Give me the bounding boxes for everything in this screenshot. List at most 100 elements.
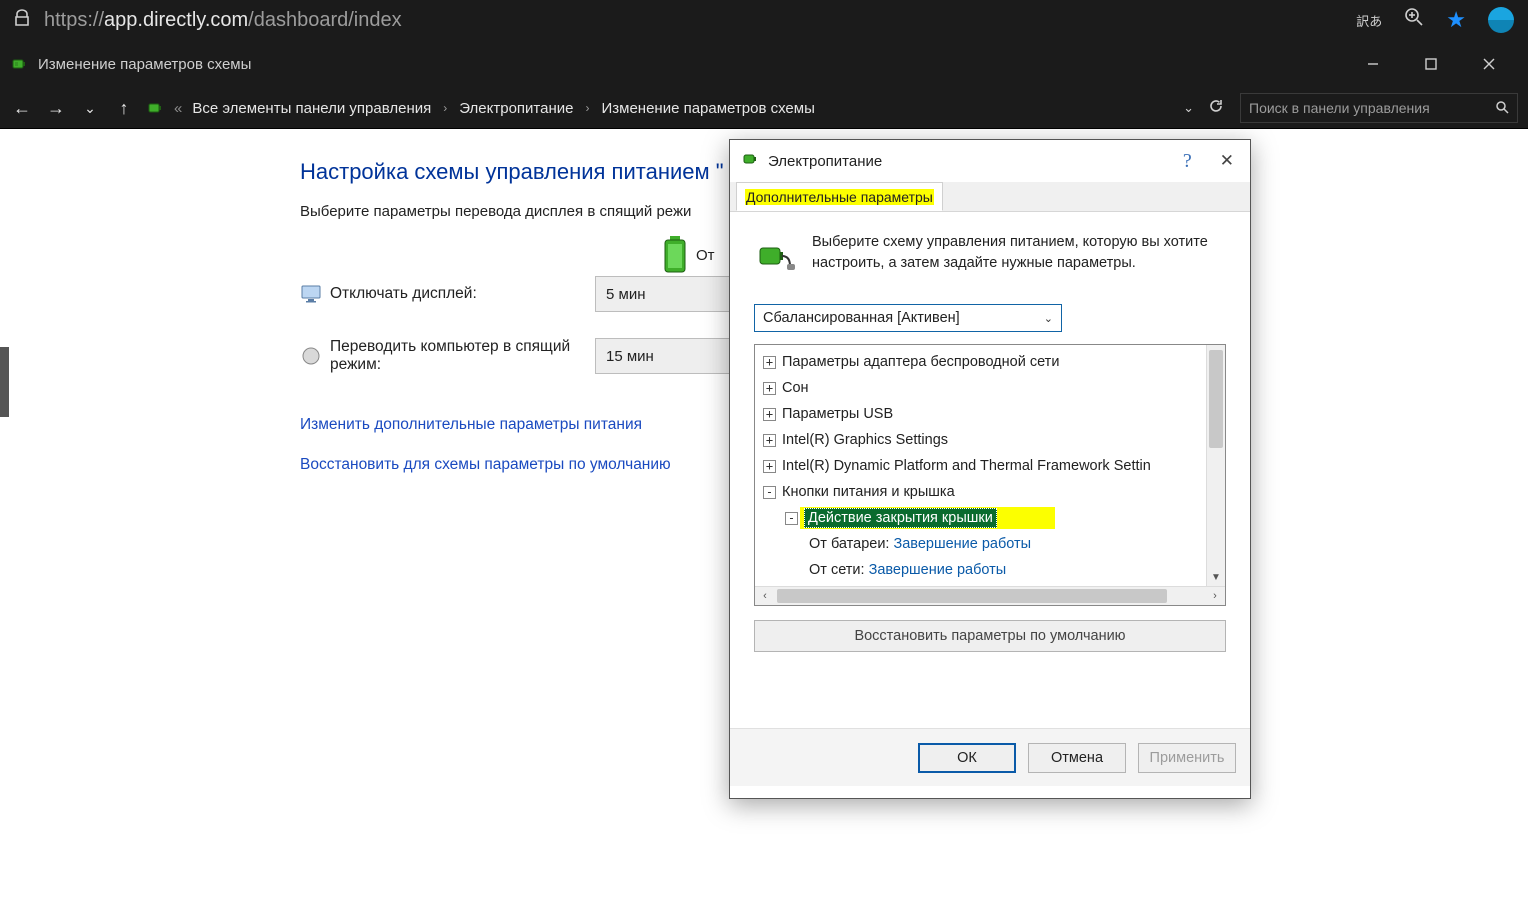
- expand-icon[interactable]: +: [763, 434, 776, 447]
- explorer-toolbar: ← → ⌄ ↑ « Все элементы панели управления…: [0, 88, 1528, 128]
- leaf-value[interactable]: Завершение работы: [869, 562, 1007, 578]
- dialog-title: Электропитание: [768, 153, 882, 170]
- window-title-bar: Изменение параметров схемы: [0, 40, 1528, 88]
- button-label: Применить: [1150, 750, 1225, 766]
- dialog-title-bar[interactable]: Электропитание ? ✕: [730, 140, 1250, 182]
- power-options-dialog: Электропитание ? ✕ Дополнительные параме…: [729, 139, 1251, 799]
- scroll-thumb[interactable]: [1209, 350, 1223, 448]
- power-plan-combobox[interactable]: Сбалансированная [Активен] ⌄: [754, 304, 1062, 332]
- power-plug-icon: [754, 232, 798, 282]
- tree-node-sleep[interactable]: + Сон: [759, 375, 1202, 401]
- history-dropdown-icon[interactable]: ⌄: [78, 100, 102, 117]
- browser-address-bar: https://app.directly.com/dashboard/index…: [0, 0, 1528, 40]
- restore-plan-defaults-button[interactable]: Восстановить параметры по умолчанию: [754, 620, 1226, 652]
- breadcrumb-app-icon: [146, 99, 164, 117]
- dialog-close-icon[interactable]: ✕: [1220, 151, 1234, 171]
- scroll-down-icon[interactable]: ▼: [1207, 568, 1225, 586]
- window-title: Изменение параметров схемы: [38, 56, 251, 73]
- leaf-label: От сети:: [809, 562, 865, 578]
- refresh-icon[interactable]: [1208, 98, 1224, 118]
- url-scheme: https://: [44, 9, 104, 31]
- url-text[interactable]: https://app.directly.com/dashboard/index: [44, 9, 402, 32]
- sleep-dropdown[interactable]: 15 мин: [595, 338, 750, 374]
- vertical-scrollbar[interactable]: ▲ ▼: [1206, 345, 1225, 586]
- zoom-icon[interactable]: [1404, 7, 1424, 33]
- from-battery-label: От: [696, 247, 715, 264]
- ok-button[interactable]: ОК: [918, 743, 1016, 773]
- horizontal-scrollbar[interactable]: ‹ ›: [755, 586, 1225, 605]
- collapse-icon[interactable]: -: [785, 512, 798, 525]
- button-label: Отмена: [1051, 750, 1103, 766]
- battery-column-header: От: [660, 234, 715, 276]
- settings-tree: +Параметры адаптера беспроводной сети + С…: [754, 344, 1226, 606]
- expand-icon[interactable]: +: [763, 382, 776, 395]
- close-button[interactable]: [1460, 40, 1518, 88]
- tree-label: Сон: [782, 380, 809, 396]
- back-button[interactable]: ←: [10, 98, 34, 119]
- breadcrumb-level-2[interactable]: Электропитание: [459, 100, 573, 117]
- left-edge-artifact: [0, 347, 9, 417]
- profile-avatar[interactable]: [1488, 7, 1514, 33]
- breadcrumb[interactable]: « Все элементы панели управления › Элект…: [146, 98, 1230, 118]
- expand-icon[interactable]: +: [763, 408, 776, 421]
- tree-label-selected: Действие закрытия крышки: [804, 508, 997, 528]
- restore-default-plan-link[interactable]: Восстановить для схемы параметры по умол…: [300, 456, 671, 474]
- tab-label: Дополнительные параметры: [745, 189, 934, 205]
- help-icon[interactable]: ?: [1183, 150, 1192, 173]
- control-panel-search[interactable]: Поиск в панели управления: [1240, 93, 1518, 123]
- scroll-right-icon[interactable]: ›: [1205, 587, 1225, 605]
- turn-off-display-value: 5 мин: [606, 286, 646, 303]
- turn-off-display-dropdown[interactable]: 5 мин: [595, 276, 750, 312]
- tree-node-wireless[interactable]: +Параметры адаптера беспроводной сети: [759, 349, 1202, 375]
- content-area: Настройка схемы управления питанием " Вы…: [0, 128, 1528, 924]
- tree-leaf-plugged-in[interactable]: От сети: Завершение работы: [759, 557, 1202, 583]
- apply-button: Применить: [1138, 743, 1236, 773]
- tree-label: Intel(R) Dynamic Platform and Thermal Fr…: [782, 458, 1151, 474]
- sleep-value: 15 мин: [606, 348, 654, 365]
- leaf-label: От батареи:: [809, 536, 889, 552]
- scroll-left-icon[interactable]: ‹: [755, 587, 775, 605]
- cancel-button[interactable]: Отмена: [1028, 743, 1126, 773]
- sleep-label: Переводить компьютер в спящий режим:: [330, 338, 595, 374]
- button-label: Восстановить параметры по умолчанию: [854, 628, 1125, 644]
- up-button[interactable]: ↑: [112, 98, 136, 119]
- app-icon: [10, 55, 28, 73]
- collapse-icon[interactable]: -: [763, 486, 776, 499]
- dialog-body: Выберите схему управления питанием, кото…: [730, 212, 1250, 728]
- tree-node-intel-dptf[interactable]: + Intel(R) Dynamic Platform and Thermal F…: [759, 453, 1202, 479]
- chevron-down-icon: ⌄: [1044, 312, 1053, 325]
- tree-node-lid-close-action[interactable]: - Действие закрытия крышки: [759, 505, 1202, 531]
- leaf-value[interactable]: Завершение работы: [893, 536, 1031, 552]
- sleep-icon: [300, 345, 330, 367]
- tree-leaf-on-battery[interactable]: От батареи: Завершение работы: [759, 531, 1202, 557]
- expand-icon[interactable]: +: [763, 356, 776, 369]
- breadcrumb-level-3[interactable]: Изменение параметров схемы: [601, 100, 814, 117]
- browser-right-controls: 訳あ ★: [1356, 7, 1514, 33]
- forward-button[interactable]: →: [44, 98, 68, 119]
- search-icon[interactable]: [1495, 100, 1509, 117]
- translate-icon[interactable]: 訳あ: [1356, 11, 1382, 30]
- search-placeholder: Поиск в панели управления: [1249, 100, 1495, 116]
- dialog-description: Выберите схему управления питанием, кото…: [812, 232, 1226, 282]
- chevron-right-icon: ›: [585, 101, 589, 115]
- button-label: ОК: [957, 750, 977, 766]
- scroll-thumb[interactable]: [777, 589, 1167, 603]
- tree-node-usb[interactable]: +Параметры USB: [759, 401, 1202, 427]
- tab-advanced-settings[interactable]: Дополнительные параметры: [736, 182, 943, 211]
- tree-label: Кнопки питания и крышка: [782, 484, 955, 500]
- power-icon: [740, 149, 760, 173]
- dialog-footer: ОК Отмена Применить: [730, 728, 1250, 786]
- tree-node-intel-graphics[interactable]: +Intel(R) Graphics Settings: [759, 427, 1202, 453]
- turn-off-display-label: Отключать дисплей:: [330, 285, 595, 303]
- favorite-star-icon[interactable]: ★: [1446, 7, 1466, 33]
- maximize-button[interactable]: [1402, 40, 1460, 88]
- breadcrumb-dropdown-icon[interactable]: ⌄: [1183, 100, 1194, 116]
- minimize-button[interactable]: [1344, 40, 1402, 88]
- expand-icon[interactable]: +: [763, 460, 776, 473]
- breadcrumb-root[interactable]: Все элементы панели управления: [192, 100, 431, 117]
- tree-node-power-buttons-lid[interactable]: -Кнопки питания и крышка: [759, 479, 1202, 505]
- tree-viewport[interactable]: +Параметры адаптера беспроводной сети + С…: [755, 345, 1206, 586]
- change-advanced-settings-link[interactable]: Изменить дополнительные параметры питани…: [300, 416, 642, 434]
- breadcrumb-prefix-chevron: «: [174, 100, 182, 117]
- dialog-tabstrip: Дополнительные параметры: [730, 182, 1250, 212]
